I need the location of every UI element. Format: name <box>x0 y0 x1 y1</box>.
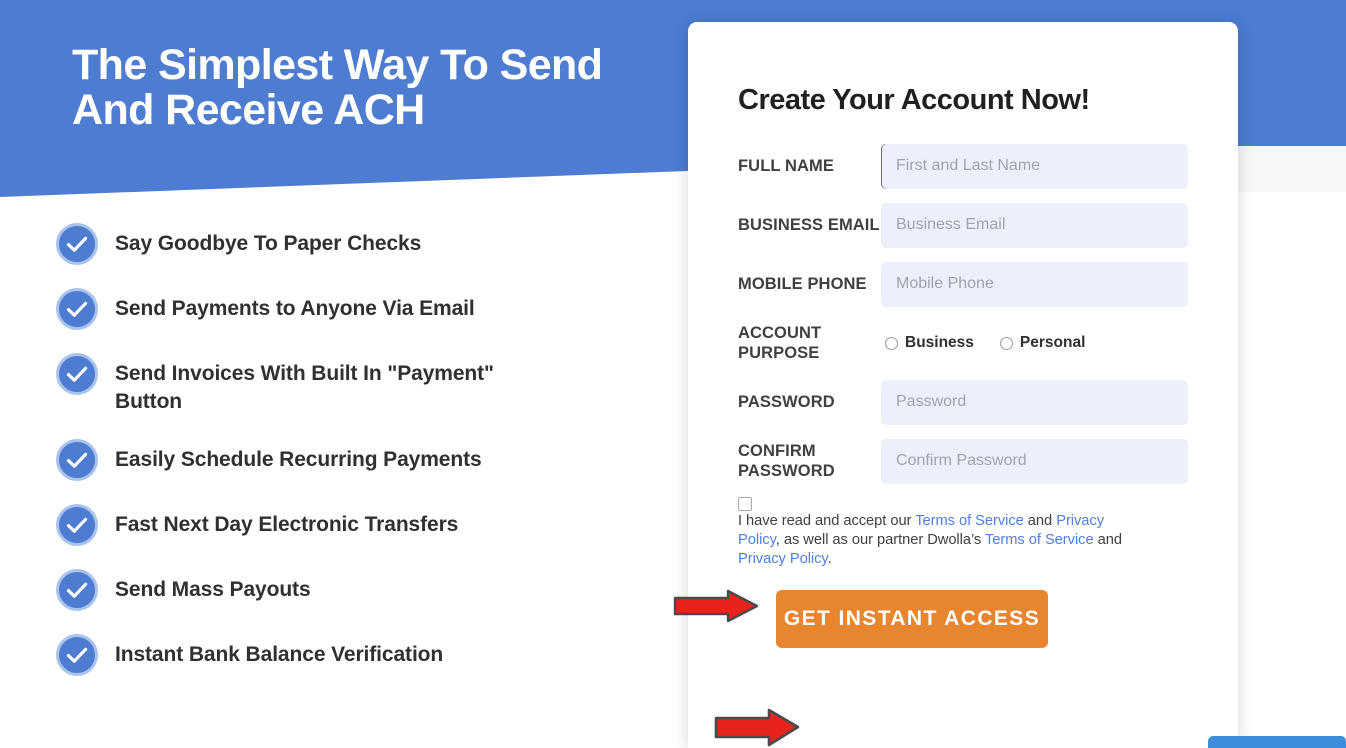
account-purpose-radio-group: Business Personal <box>881 321 1188 366</box>
benefit-label: Send Invoices With Built In "Payment" Bu… <box>115 362 494 414</box>
benefit-label: Easily Schedule Recurring Payments <box>115 448 482 472</box>
mobile-phone-input[interactable] <box>881 261 1188 307</box>
field-row-mobile-phone: MOBILE PHONE <box>738 261 1188 307</box>
terms-seg-8: . <box>827 550 832 567</box>
landing-page: The Simplest Way To Send And Receive ACH… <box>0 0 1346 748</box>
check-circle-icon <box>56 569 98 612</box>
benefit-label: Say Goodbye To Paper Checks <box>115 232 422 255</box>
field-row-business-email: BUSINESS EMAIL <box>738 202 1188 248</box>
radio-option-business[interactable]: Business <box>885 334 974 352</box>
form-fields: FULL NAME BUSINESS EMAIL MOBILE PHONE AC… <box>688 143 1238 484</box>
benefit-label: Send Mass Payouts <box>115 578 311 602</box>
form-title: Create Your Account Now! <box>738 84 1090 116</box>
confirm-password-input[interactable] <box>881 438 1188 484</box>
check-circle-icon <box>56 288 98 330</box>
check-circle-icon <box>56 439 98 482</box>
field-row-account-purpose: ACCOUNT PURPOSE Business Personal <box>738 320 1188 366</box>
hero-banner-edge-fill <box>1238 146 1346 192</box>
terms-seg-4: , as well as our partner Dwolla’s <box>775 531 985 548</box>
dwolla-privacy-policy-link[interactable]: Privacy Policy <box>738 551 828 567</box>
arrow-pointing-to-terms-checkbox <box>673 589 759 623</box>
list-item: Fast Next Day Electronic Transfers <box>56 503 676 547</box>
check-circle-icon <box>56 223 98 265</box>
page-title: The Simplest Way To Send And Receive ACH <box>72 40 603 135</box>
arrow-pointing-to-cta-button <box>714 707 800 748</box>
full-name-input[interactable] <box>881 143 1188 189</box>
get-instant-access-button[interactable]: GET INSTANT ACCESS <box>776 590 1048 649</box>
field-row-password: PASSWORD <box>738 379 1188 425</box>
page-right-gutter <box>1238 192 1346 748</box>
list-item: Send Invoices With Built In "Payment" Bu… <box>56 352 676 416</box>
benefit-label: Send Payments to Anyone Via Email <box>115 297 475 320</box>
full-name-label: FULL NAME <box>738 156 834 175</box>
benefit-label: Instant Bank Balance Verification <box>115 643 444 667</box>
business-email-label: BUSINESS EMAIL <box>738 215 880 234</box>
terms-of-service-link[interactable]: Terms of Service <box>915 513 1024 529</box>
radio-button-icon[interactable] <box>999 336 1013 350</box>
business-email-input[interactable] <box>881 202 1188 248</box>
terms-seg-2: and <box>1023 513 1057 529</box>
terms-agreement: I have read and accept our Terms of Serv… <box>738 497 1142 568</box>
radio-option-business-label: Business <box>905 334 974 351</box>
dwolla-terms-of-service-link[interactable]: Terms of Service <box>985 532 1094 548</box>
list-item: Send Payments to Anyone Via Email <box>56 287 676 330</box>
account-purpose-label: ACCOUNT PURPOSE <box>738 323 822 362</box>
signup-form-card: Create Your Account Now! FULL NAME BUSIN… <box>688 22 1238 748</box>
radio-option-personal-label: Personal <box>1019 334 1086 351</box>
password-input[interactable] <box>881 379 1188 425</box>
list-item: Say Goodbye To Paper Checks <box>56 222 676 265</box>
check-circle-icon <box>56 353 98 395</box>
terms-seg-6: and <box>1093 531 1122 548</box>
confirm-password-label: CONFIRM PASSWORD <box>738 441 835 480</box>
list-item: Easily Schedule Recurring Payments <box>56 438 676 482</box>
terms-checkbox[interactable] <box>738 497 752 511</box>
benefit-label: Fast Next Day Electronic Transfers <box>115 513 459 537</box>
field-row-full-name: FULL NAME <box>738 143 1188 189</box>
mobile-phone-label: MOBILE PHONE <box>738 274 867 293</box>
radio-button-icon[interactable] <box>885 336 898 350</box>
password-label: PASSWORD <box>738 392 835 411</box>
check-circle-icon <box>56 634 98 677</box>
field-row-confirm-password: CONFIRM PASSWORD <box>738 438 1188 484</box>
terms-seg-0: I have read and accept our <box>738 513 916 529</box>
list-item: Send Mass Payouts <box>56 568 676 612</box>
benefits-list: Say Goodbye To Paper Checks Send Payment… <box>56 222 676 677</box>
chat-widget-tab[interactable] <box>1208 736 1346 748</box>
radio-option-personal[interactable]: Personal <box>999 334 1086 352</box>
check-circle-icon <box>56 504 98 547</box>
list-item: Instant Bank Balance Verification <box>56 633 676 677</box>
terms-text: I have read and accept our Terms of Serv… <box>738 512 1142 568</box>
